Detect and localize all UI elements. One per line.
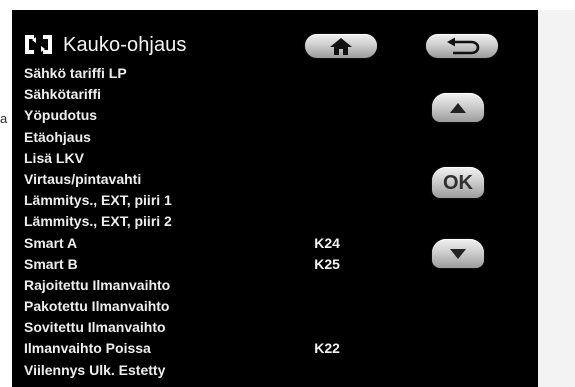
menu-item-label: Lämmitys., EXT, piiri 2 bbox=[24, 213, 172, 230]
menu-item-value: K25 bbox=[314, 255, 340, 272]
clipped-background-letter: a bbox=[0, 112, 8, 125]
menu-item-viilennys-ulk-estetty[interactable]: Viilennys Ulk. Estetty bbox=[24, 360, 354, 381]
menu-item-smart-a[interactable]: Smart A K24 bbox=[24, 233, 354, 254]
screen-header: Kauko-ohjaus bbox=[24, 32, 187, 57]
menu-item-label: Yöpudotus bbox=[24, 107, 98, 124]
menu-item-yopudotus[interactable]: Yöpudotus bbox=[24, 105, 354, 126]
menu-item-label: Sähkötariffi bbox=[24, 86, 102, 103]
menu-item-virtaus-pintavahti[interactable]: Virtaus/pintavahti bbox=[24, 169, 354, 190]
menu-item-label: Smart B bbox=[24, 255, 78, 272]
menu-item-label: Sähkö tariffi LP bbox=[24, 65, 127, 81]
menu-item-label: Lisä LKV bbox=[24, 149, 84, 166]
menu-item-label: Pakotettu Ilmanvaihto bbox=[24, 298, 170, 315]
menu-item-sahko-tariffi-lp[interactable]: Sähkö tariffi LP bbox=[24, 63, 354, 84]
ok-button[interactable]: OK bbox=[432, 167, 484, 198]
menu-item-label: Viilennys Ulk. Estetty bbox=[24, 361, 166, 378]
menu-item-lammitys-ext-piiri-2[interactable]: Lämmitys., EXT, piiri 2 bbox=[24, 211, 354, 232]
remote-control-menu: Sähkö tariffi LP Sähkötariffi Yöpudotus … bbox=[24, 63, 354, 381]
back-arrow-icon bbox=[443, 37, 481, 56]
menu-item-value: K24 bbox=[314, 234, 340, 251]
menu-item-label: Ilmanvaihto Poissa bbox=[24, 340, 151, 357]
menu-item-smart-b[interactable]: Smart B K25 bbox=[24, 254, 354, 275]
device-screen: Kauko-ohjaus Sähkö tariffi LP Sähkötarif… bbox=[12, 10, 538, 387]
menu-item-sahkotariffi[interactable]: Sähkötariffi bbox=[24, 84, 354, 105]
scroll-down-button[interactable] bbox=[432, 239, 484, 268]
menu-item-label: Rajoitettu Ilmanvaihto bbox=[24, 276, 171, 293]
up-arrow-icon bbox=[449, 102, 467, 114]
menu-item-value: K22 bbox=[314, 340, 340, 357]
menu-item-label: Virtaus/pintavahti bbox=[24, 170, 142, 187]
scroll-up-button[interactable] bbox=[432, 93, 484, 122]
menu-item-label: Smart A bbox=[24, 234, 78, 251]
down-arrow-icon bbox=[449, 248, 467, 260]
menu-item-ilmanvaihto-poissa[interactable]: Ilmanvaihto Poissa K22 bbox=[24, 338, 354, 359]
page: a Kauko-ohjaus Sähkö tariffi LP Sähkötar… bbox=[0, 0, 575, 387]
menu-item-lisa-lkv[interactable]: Lisä LKV bbox=[24, 148, 354, 169]
ok-button-label: OK bbox=[443, 171, 473, 194]
menu-item-label: Etäohjaus bbox=[24, 128, 91, 145]
back-button[interactable] bbox=[426, 34, 498, 58]
home-button[interactable] bbox=[305, 34, 377, 58]
menu-item-lammitys-ext-piiri-1[interactable]: Lämmitys., EXT, piiri 1 bbox=[24, 190, 354, 211]
page-title: Kauko-ohjaus bbox=[63, 33, 187, 56]
menu-item-etaohjaus[interactable]: Etäohjaus bbox=[24, 127, 354, 148]
menu-item-rajoitettu-ilmanvaihto[interactable]: Rajoitettu Ilmanvaihto bbox=[24, 275, 354, 296]
menu-item-pakotettu-ilmanvaihto[interactable]: Pakotettu Ilmanvaihto bbox=[24, 296, 354, 317]
right-background-strip bbox=[538, 10, 575, 387]
menu-item-label: Lämmitys., EXT, piiri 1 bbox=[24, 192, 172, 209]
remote-control-icon bbox=[24, 32, 53, 57]
home-icon bbox=[329, 37, 353, 55]
menu-item-label: Sovitettu Ilmanvaihto bbox=[24, 319, 166, 336]
menu-item-sovitettu-ilmanvaihto[interactable]: Sovitettu Ilmanvaihto bbox=[24, 317, 354, 338]
